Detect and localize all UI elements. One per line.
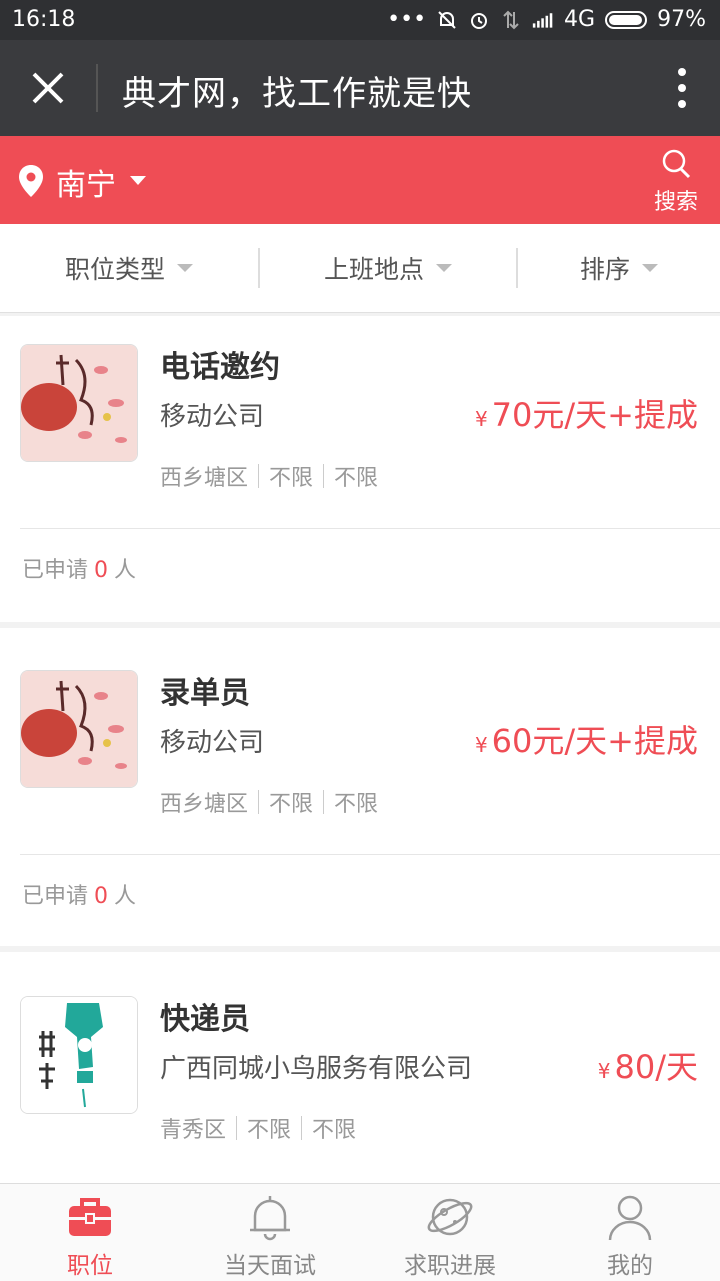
bell-icon — [250, 1196, 290, 1241]
tag-experience: 不限 — [269, 792, 314, 817]
search-icon — [662, 149, 691, 179]
card-divider — [20, 528, 720, 529]
filter-work-location[interactable]: 上班地点 — [260, 224, 516, 312]
city-selector[interactable]: 南宁 — [56, 160, 116, 204]
tag-education: 不限 — [334, 466, 379, 491]
more-dots-icon: ••• — [387, 7, 427, 32]
tab-mine[interactable]: 我的 — [540, 1184, 720, 1281]
signal-icon — [532, 12, 553, 28]
bottom-tab-bar: 职位 当天面试 求职进展 我的 — [0, 1183, 720, 1281]
alarm-icon — [471, 12, 488, 29]
tag-district: 青秀区 — [160, 1118, 227, 1143]
company-name: 广西同城小鸟服务有限公司 — [160, 1054, 473, 1084]
tab-label: 职位 — [67, 1253, 113, 1279]
tag-separator — [258, 790, 260, 814]
tag-education: 不限 — [312, 1118, 357, 1143]
tab-label: 我的 — [607, 1253, 653, 1279]
tab-job-progress[interactable]: 求职进展 — [360, 1184, 540, 1281]
tag-education: 不限 — [334, 792, 379, 817]
card-divider — [20, 854, 720, 855]
applied-number: 0 — [94, 558, 109, 583]
salary: ¥60元/天+提成 — [475, 716, 698, 762]
title-bar: 典才网，找工作就是快 — [0, 40, 720, 136]
job-tags: 西乡塘区 不限 不限 — [160, 460, 378, 492]
currency-symbol: ¥ — [597, 1059, 611, 1083]
logo-image — [21, 671, 137, 787]
status-icons: ••• 4G 97% — [387, 7, 706, 32]
title-divider — [96, 64, 98, 112]
triangle-down-icon — [436, 264, 452, 272]
user-icon — [608, 1195, 652, 1241]
filter-label: 排序 — [579, 255, 630, 284]
battery-icon — [605, 10, 648, 29]
search-button[interactable]: 搜索 — [652, 148, 700, 216]
tag-district: 西乡塘区 — [160, 466, 249, 491]
location-bar: 南宁 搜索 — [0, 136, 720, 224]
logo-image — [21, 345, 137, 461]
tab-label: 求职进展 — [404, 1253, 496, 1279]
status-bar: 16:18 ••• 4G 97% — [0, 0, 720, 40]
applied-suffix: 人 — [114, 884, 137, 909]
data-transfer-icon — [503, 10, 519, 29]
status-time: 16:18 — [12, 7, 76, 32]
job-tags: 青秀区 不限 不限 — [160, 1112, 356, 1144]
company-logo — [20, 670, 138, 788]
applied-number: 0 — [94, 884, 109, 909]
applied-suffix: 人 — [114, 558, 137, 583]
filter-label: 上班地点 — [323, 255, 424, 284]
filter-label: 职位类型 — [64, 255, 165, 284]
tag-separator — [301, 1116, 303, 1140]
more-menu-icon[interactable] — [676, 68, 688, 108]
filter-job-type[interactable]: 职位类型 — [0, 224, 258, 312]
tab-label: 当天面试 — [224, 1253, 316, 1279]
battery-level: 97% — [657, 7, 706, 32]
triangle-down-icon — [177, 264, 193, 272]
triangle-down-icon — [642, 264, 658, 272]
job-title: 录单员 — [160, 676, 250, 711]
tag-experience: 不限 — [269, 466, 314, 491]
job-card[interactable]: 快递员 广西同城小鸟服务有限公司 ¥80/天 青秀区 不限 不限 — [0, 952, 720, 1183]
tag-district: 西乡塘区 — [160, 792, 249, 817]
company-name: 移动公司 — [160, 402, 265, 432]
tab-jobs[interactable]: 职位 — [0, 1184, 180, 1281]
close-icon[interactable] — [28, 68, 68, 108]
filter-bar: 职位类型 上班地点 排序 — [0, 224, 720, 313]
salary-amount: 60元/天+提成 — [491, 722, 698, 760]
mute-notification-icon — [438, 10, 456, 29]
currency-symbol: ¥ — [474, 407, 488, 431]
search-label: 搜索 — [653, 190, 698, 215]
tab-same-day-interview[interactable]: 当天面试 — [180, 1184, 360, 1281]
salary: ¥80/天 — [598, 1042, 698, 1088]
job-tags: 西乡塘区 不限 不限 — [160, 786, 378, 818]
chevron-down-icon[interactable] — [130, 176, 146, 185]
tag-experience: 不限 — [247, 1118, 292, 1143]
company-logo — [20, 344, 138, 462]
planet-icon — [427, 1198, 473, 1236]
tag-separator — [258, 464, 260, 488]
salary: ¥70元/天+提成 — [475, 390, 698, 436]
location-pin-icon[interactable] — [18, 164, 44, 198]
job-card[interactable]: 电话邀约 移动公司 ¥70元/天+提成 西乡塘区 不限 不限 已申请 0 人 — [0, 316, 720, 622]
salary-amount: 80/天 — [614, 1048, 698, 1086]
job-title: 快递员 — [160, 1002, 250, 1037]
job-card[interactable]: 录单员 移动公司 ¥60元/天+提成 西乡塘区 不限 不限 已申请 0 人 — [0, 628, 720, 946]
tag-separator — [323, 790, 325, 814]
tag-separator — [323, 464, 325, 488]
company-logo — [20, 996, 138, 1114]
page-title: 典才网，找工作就是快 — [122, 74, 472, 114]
network-type: 4G — [564, 7, 596, 32]
salary-amount: 70元/天+提成 — [491, 396, 698, 434]
company-name: 移动公司 — [160, 728, 265, 758]
applied-prefix: 已申请 — [22, 558, 89, 583]
job-title: 电话邀约 — [160, 350, 280, 385]
applied-prefix: 已申请 — [22, 884, 89, 909]
briefcase-icon — [69, 1198, 111, 1236]
tag-separator — [236, 1116, 238, 1140]
filter-sort[interactable]: 排序 — [518, 224, 720, 312]
logo-image — [21, 997, 137, 1113]
applied-count: 已申请 0 人 — [22, 552, 136, 584]
applied-count: 已申请 0 人 — [22, 878, 136, 910]
currency-symbol: ¥ — [474, 733, 488, 757]
